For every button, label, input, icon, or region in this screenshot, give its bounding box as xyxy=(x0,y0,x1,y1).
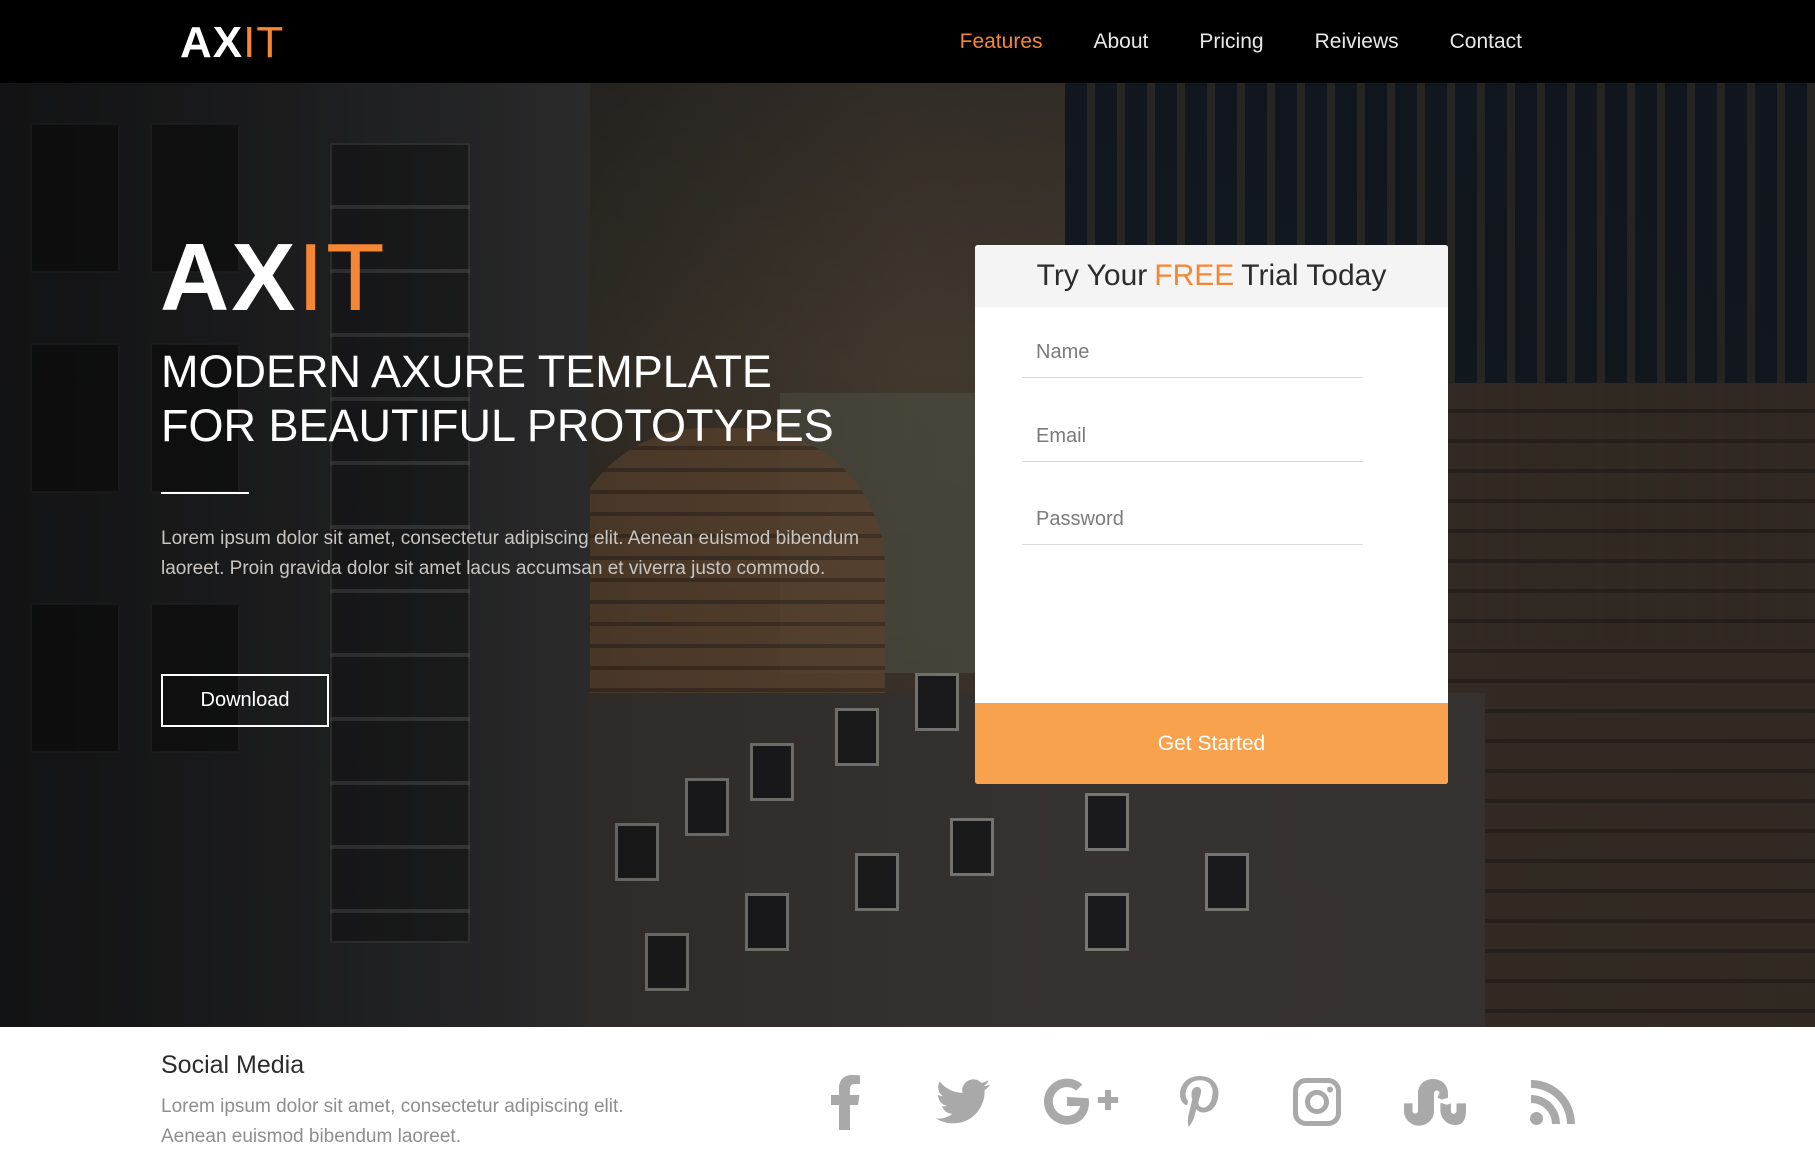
form-title: Try Your FREE Trial Today xyxy=(975,245,1448,307)
nav-item-about[interactable]: About xyxy=(1094,30,1149,54)
hero-divider xyxy=(161,492,249,494)
social-media-description: Lorem ipsum dolor sit amet, consectetur … xyxy=(161,1096,624,1147)
get-started-button[interactable]: Get Started xyxy=(975,703,1448,784)
email-input[interactable] xyxy=(1022,412,1363,461)
nav-item-contact[interactable]: Contact xyxy=(1450,30,1522,54)
rss-icon[interactable] xyxy=(1513,1070,1593,1134)
hero-logo-main: AX xyxy=(160,224,298,331)
logo-text-main: AX xyxy=(180,18,244,67)
trial-signup-form: Try YourFREETrial Today Get Started xyxy=(975,245,1448,784)
social-icons xyxy=(805,1070,1631,1134)
google-plus-icon[interactable] xyxy=(1041,1070,1121,1134)
twitter-icon[interactable] xyxy=(923,1070,1003,1134)
logo-text-accent: IT xyxy=(243,18,285,67)
hero-description: Lorem ipsum dolor sit amet, consectetur … xyxy=(161,528,860,579)
hero-logo-accent: IT xyxy=(297,224,387,331)
nav-item-features[interactable]: Features xyxy=(960,30,1043,54)
top-navbar: AXIT Features About Pricing Reiviews Con… xyxy=(0,0,1815,83)
social-media-heading: Social Media xyxy=(161,1051,305,1079)
pinterest-icon[interactable] xyxy=(1159,1070,1239,1134)
form-title-post: Trial Today xyxy=(1241,259,1387,292)
facebook-icon[interactable] xyxy=(805,1070,885,1134)
hero-title-line1: MODERN AXURE TEMPLATE xyxy=(161,346,772,397)
hero-logo: AXIT xyxy=(160,223,387,333)
hero-title-line2: FOR BEAUTIFUL PROTOTYPES xyxy=(161,400,834,451)
nav-menu: Features About Pricing Reiviews Contact xyxy=(909,0,1522,83)
form-title-pre: Try Your xyxy=(1036,259,1148,292)
form-title-accent: FREE xyxy=(1154,259,1235,292)
brand-logo[interactable]: AXIT xyxy=(180,18,284,68)
name-input[interactable] xyxy=(1022,328,1363,377)
stumbleupon-icon[interactable] xyxy=(1395,1070,1475,1134)
instagram-icon[interactable] xyxy=(1277,1070,1357,1134)
nav-item-reviews[interactable]: Reiviews xyxy=(1315,30,1399,54)
email-field-wrapper xyxy=(1022,412,1363,462)
password-field-wrapper xyxy=(1022,495,1363,545)
name-field-wrapper xyxy=(1022,328,1363,378)
nav-item-pricing[interactable]: Pricing xyxy=(1199,30,1263,54)
hero-section: AXIT MODERN AXURE TEMPLATE FOR BEAUTIFUL … xyxy=(0,83,1815,1027)
password-input[interactable] xyxy=(1022,495,1363,544)
download-button[interactable]: Download xyxy=(161,674,329,727)
hero-title: MODERN AXURE TEMPLATE FOR BEAUTIFUL PROTO… xyxy=(161,345,881,453)
